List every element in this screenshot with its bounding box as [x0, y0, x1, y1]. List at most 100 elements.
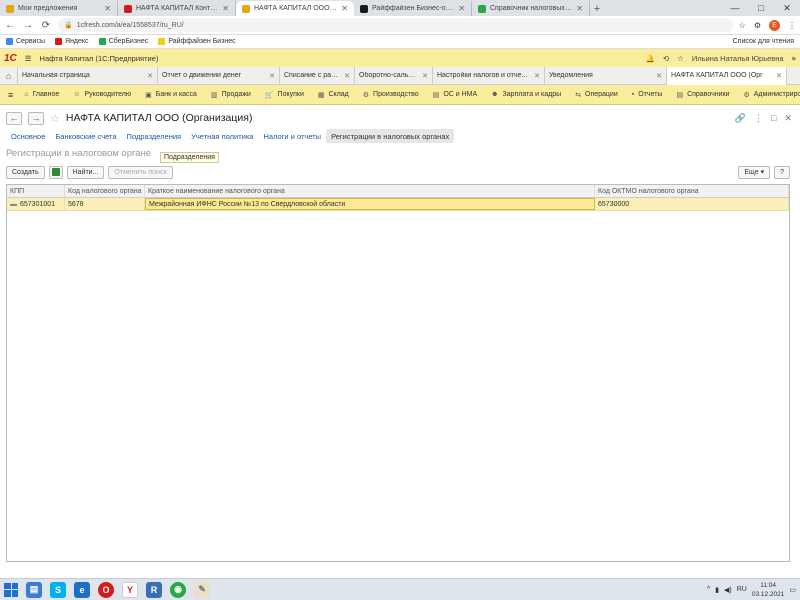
- close-form-icon[interactable]: ✕: [784, 113, 792, 124]
- create-button[interactable]: Создать: [6, 165, 45, 179]
- favorite-star-icon[interactable]: ☆: [50, 112, 60, 125]
- window-tab[interactable]: Отчет о движении денег ✕: [158, 66, 280, 85]
- col-kpp[interactable]: КПП: [7, 185, 65, 197]
- clock[interactable]: 11:04 03.12.2021: [752, 581, 785, 599]
- bookmark-item[interactable]: СберБизнес: [98, 38, 148, 45]
- window-tab[interactable]: НАФТА КАПИТАЛ ООО (Орг ✕: [667, 66, 787, 85]
- volume-icon[interactable]: ◀): [724, 586, 732, 594]
- close-window-tab-icon[interactable]: ✕: [269, 72, 275, 80]
- window-tab[interactable]: Списание с расчетного счета✕: [280, 66, 355, 85]
- file-explorer-icon[interactable]: ▤: [26, 581, 42, 598]
- close-window-tab-icon[interactable]: ✕: [534, 72, 540, 80]
- sections-menu-icon[interactable]: ≡: [4, 90, 17, 100]
- close-window-tab-icon[interactable]: ✕: [656, 72, 662, 80]
- form-tab[interactable]: Основное: [6, 129, 50, 143]
- cancel-search-button[interactable]: Отменить поиск: [108, 165, 173, 179]
- form-tab[interactable]: Подразделения: [122, 129, 187, 143]
- browser-tab[interactable]: Справочник налоговых ФНС✕: [472, 1, 590, 16]
- minimize-button[interactable]: —: [722, 0, 748, 16]
- close-tab-icon[interactable]: ✕: [104, 4, 111, 13]
- back-arrow-button[interactable]: ←: [6, 111, 22, 125]
- section-item[interactable]: ▤ Справочники: [669, 91, 736, 99]
- chrome-icon[interactable]: ◉: [170, 581, 186, 598]
- new-tab-button[interactable]: +: [590, 1, 604, 16]
- network-icon[interactable]: ▮: [715, 586, 719, 594]
- edge-icon[interactable]: e: [74, 581, 90, 598]
- window-tab[interactable]: Оборотно-сальдовая ✕: [355, 66, 433, 85]
- tray-arrow-icon[interactable]: ^: [707, 586, 710, 593]
- close-tab-icon[interactable]: ✕: [458, 4, 465, 13]
- section-item[interactable]: ⚙Администрирование: [736, 91, 800, 99]
- link-icon[interactable]: 🔗: [735, 113, 746, 124]
- favorites-icon[interactable]: ☆: [677, 54, 684, 63]
- bookmark-item[interactable]: Яндекс: [55, 38, 89, 45]
- window-tab[interactable]: Начальная страница ✕: [18, 66, 158, 85]
- more-icon[interactable]: ⋮: [754, 113, 763, 124]
- cell-tax-name[interactable]: Межрайонная ИФНС России №13 по Свердловс…: [145, 198, 595, 210]
- browser-tab[interactable]: Мои предложения ✕: [0, 1, 118, 16]
- menu-icon[interactable]: ⋮: [788, 21, 796, 30]
- section-item[interactable]: ☻ Зарплата и кадры: [484, 91, 568, 99]
- star-icon[interactable]: ☆: [739, 21, 746, 30]
- table-row[interactable]: ▬ 657301001 5678 Межрайонная ИФНС России …: [7, 198, 789, 211]
- expand-icon[interactable]: □: [771, 113, 776, 124]
- maximize-button[interactable]: □: [748, 0, 774, 16]
- close-tab-icon[interactable]: ✕: [576, 4, 583, 13]
- forward-arrow-button[interactable]: →: [28, 111, 44, 125]
- settings-icon[interactable]: ≡: [792, 54, 796, 63]
- section-item[interactable]: ▪ Отчеты: [625, 91, 670, 99]
- form-tab[interactable]: Банковские счета: [50, 129, 121, 143]
- close-window-tab-icon[interactable]: ✕: [776, 72, 782, 80]
- reload-icon[interactable]: ⟳: [40, 20, 52, 31]
- app-icon[interactable]: ✎: [194, 581, 210, 598]
- browser-tab[interactable]: НАФТА КАПИТАЛ Контур.Фокус: гр ✕: [118, 1, 236, 16]
- section-item[interactable]: ⚙ Производство: [356, 91, 426, 99]
- home-icon[interactable]: ⌂: [0, 66, 18, 85]
- form-tab[interactable]: Налоги и отчеты: [258, 129, 326, 143]
- section-item[interactable]: ⇆ Операции: [568, 91, 625, 99]
- more-button[interactable]: Еще ▾: [738, 165, 771, 179]
- r-app-icon[interactable]: R: [146, 581, 162, 598]
- col-oktmo[interactable]: Код ОКТМО налогового органа: [595, 185, 789, 197]
- back-icon[interactable]: ←: [4, 20, 16, 31]
- app-menu-icon[interactable]: ☰: [25, 54, 32, 63]
- url-input[interactable]: 🔒 1cfresh.com/a/ea/1558537/ru_RU/: [58, 18, 733, 32]
- bookmark-item[interactable]: Райффайзен Бизнес: [158, 38, 236, 45]
- section-item[interactable]: ▦ Склад: [311, 91, 356, 99]
- browser-tab[interactable]: НАФТА КАПИТАЛ ООО (Организация) ✕: [236, 1, 354, 16]
- section-item[interactable]: ▣ Банк и касса: [138, 91, 204, 99]
- section-item[interactable]: ⌂ Главное: [17, 91, 66, 99]
- user-name[interactable]: Ильина Наталья Юрьевна: [692, 54, 784, 63]
- find-button[interactable]: Найти...: [66, 165, 105, 179]
- close-tab-icon[interactable]: ✕: [341, 4, 348, 13]
- close-tab-icon[interactable]: ✕: [222, 4, 229, 13]
- close-window-button[interactable]: ✕: [774, 0, 800, 16]
- forward-icon[interactable]: →: [22, 20, 34, 31]
- browser-tab[interactable]: Райффайзен Бизнес-онлайн ✕: [354, 1, 472, 16]
- col-tax-code[interactable]: Код налогового органа: [65, 185, 145, 197]
- form-tab[interactable]: Учетная политика: [186, 129, 258, 143]
- reading-list-link[interactable]: Список для чтения: [733, 38, 794, 45]
- cell-kpp[interactable]: ▬ 657301001: [7, 198, 65, 210]
- section-item[interactable]: 🛒 Покупки: [258, 91, 311, 99]
- bell-icon[interactable]: 🔔: [645, 54, 654, 63]
- yandex-browser-icon[interactable]: Y: [122, 581, 138, 598]
- section-item[interactable]: ▥ Продажи: [204, 91, 258, 99]
- notifications-icon[interactable]: ▭: [789, 586, 796, 594]
- window-tab[interactable]: Уведомления ✕: [545, 66, 667, 85]
- excel-button[interactable]: [48, 165, 63, 179]
- close-window-tab-icon[interactable]: ✕: [147, 72, 153, 80]
- window-tab[interactable]: Настройки налогов и отчетов ✕: [433, 66, 545, 85]
- cell-tax-code[interactable]: 5678: [65, 198, 145, 210]
- history-icon[interactable]: ⟲: [663, 54, 669, 63]
- opera-icon[interactable]: O: [98, 581, 114, 598]
- skype-icon[interactable]: S: [50, 581, 66, 598]
- cell-oktmo[interactable]: 65730000: [595, 198, 789, 210]
- section-item[interactable]: ☺ Руководителю: [66, 91, 138, 99]
- language-indicator[interactable]: RU: [737, 586, 747, 593]
- profile-avatar[interactable]: Е: [769, 19, 780, 31]
- bookmark-item[interactable]: Сервисы: [6, 38, 45, 45]
- form-tab[interactable]: Регистрации в налоговых органах: [326, 129, 455, 143]
- col-tax-name[interactable]: Краткое наименование налогового органа: [145, 185, 595, 197]
- start-button[interactable]: [4, 582, 18, 597]
